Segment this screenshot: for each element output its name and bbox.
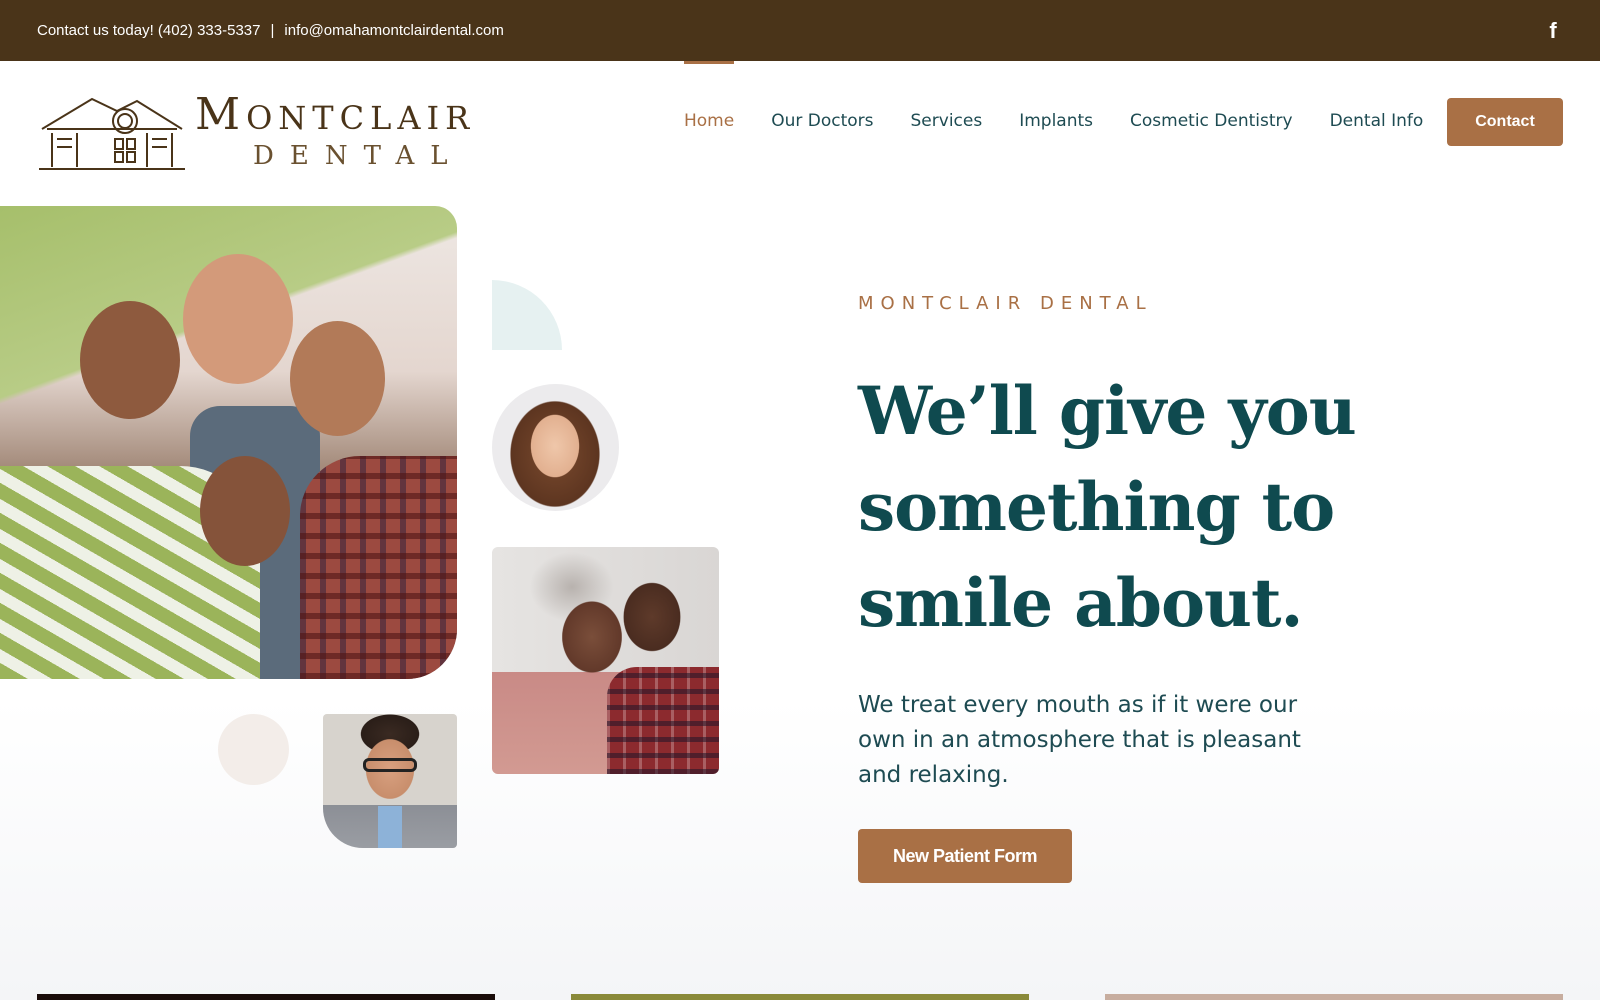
site-header: MONTCLAIR DENTAL Home Our Doctors Servic… bbox=[0, 61, 1600, 181]
hero-eyebrow: MONTCLAIR DENTAL bbox=[858, 293, 1153, 314]
contact-info: Contact us today! (402) 333-5337 | info@… bbox=[37, 22, 504, 39]
nav-home[interactable]: Home bbox=[684, 61, 735, 181]
top-contact-bar: Contact us today! (402) 333-5337 | info@… bbox=[0, 0, 1600, 61]
contact-button[interactable]: Contact bbox=[1447, 98, 1563, 146]
new-patient-form-button[interactable]: New Patient Form bbox=[858, 829, 1072, 883]
senior-couple-photo bbox=[492, 547, 719, 774]
bottom-card-1 bbox=[37, 994, 495, 1000]
contact-phone-text[interactable]: Contact us today! (402) 333-5337 bbox=[37, 22, 260, 39]
nav-our-doctors[interactable]: Our Doctors bbox=[771, 61, 873, 181]
building-logo-icon bbox=[39, 97, 185, 170]
bottom-card-3 bbox=[1105, 994, 1563, 1000]
main-nav: Home Our Doctors Services Implants Cosme… bbox=[684, 61, 1460, 181]
contact-email-link[interactable]: info@omahamontclairdental.com bbox=[284, 22, 504, 39]
hero-heading: We’ll give you something to smile about. bbox=[858, 372, 1357, 642]
man-portrait-photo bbox=[323, 714, 457, 848]
nav-dental-info[interactable]: Dental Info bbox=[1330, 61, 1424, 181]
decorative-circle-shape bbox=[218, 714, 289, 785]
facebook-icon[interactable]: f bbox=[1543, 18, 1563, 44]
decorative-quarter-shape bbox=[492, 280, 562, 350]
nav-implants[interactable]: Implants bbox=[1019, 61, 1093, 181]
site-logo[interactable]: MONTCLAIR DENTAL bbox=[37, 89, 507, 173]
hero-subtitle: We treat every mouth as if it were our o… bbox=[858, 692, 1301, 788]
logo-subtitle: DENTAL bbox=[253, 140, 464, 171]
bottom-card-2 bbox=[571, 994, 1029, 1000]
nav-services[interactable]: Services bbox=[911, 61, 983, 181]
nav-cosmetic-dentistry[interactable]: Cosmetic Dentistry bbox=[1130, 61, 1293, 181]
logo-wordmark: MONTCLAIR bbox=[195, 88, 476, 140]
family-photo bbox=[0, 206, 457, 679]
separator: | bbox=[270, 22, 275, 39]
woman-portrait-photo bbox=[492, 384, 619, 511]
